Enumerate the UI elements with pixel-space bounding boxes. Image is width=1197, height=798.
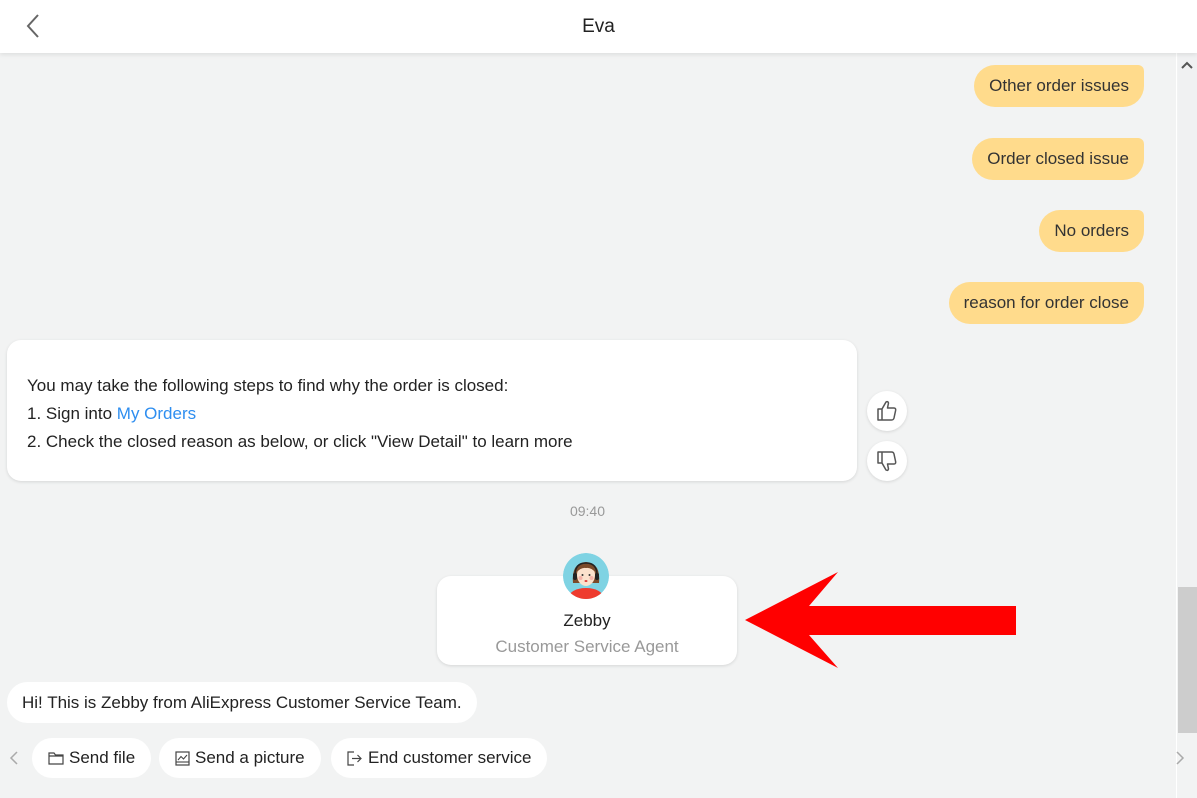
send-picture-button[interactable]: Send a picture bbox=[159, 738, 321, 778]
chevron-left-icon bbox=[9, 751, 18, 765]
toolbar-scroll-left[interactable] bbox=[8, 750, 20, 771]
user-message: No orders bbox=[1039, 210, 1144, 252]
chat-area: Other order issues Order closed issue No… bbox=[0, 53, 1175, 733]
agent-name: Zebby bbox=[563, 611, 611, 630]
thumbs-up-icon bbox=[877, 400, 897, 421]
send-file-label: Send file bbox=[69, 748, 136, 767]
message-timestamp: 09:40 bbox=[569, 503, 606, 519]
red-arrow-left-icon bbox=[745, 572, 1016, 668]
send-picture-label: Send a picture bbox=[195, 748, 305, 767]
chat-header: Eva bbox=[0, 0, 1197, 53]
scrollbar-thumb[interactable] bbox=[1178, 587, 1197, 733]
user-message: Other order issues bbox=[974, 65, 1144, 107]
folder-icon bbox=[48, 752, 64, 765]
bot-message-text: 1. Sign into bbox=[27, 404, 117, 423]
chat-scrollbar[interactable] bbox=[1176, 53, 1197, 798]
chevron-up-icon bbox=[1181, 61, 1193, 69]
scroll-up-button[interactable] bbox=[1180, 57, 1194, 75]
my-orders-link[interactable]: My Orders bbox=[117, 404, 196, 423]
agent-role: Customer Service Agent bbox=[495, 637, 679, 656]
like-button[interactable] bbox=[867, 391, 907, 431]
chevron-right-icon bbox=[1176, 751, 1185, 765]
agent-avatar bbox=[563, 553, 609, 599]
bot-message-line: You may take the following steps to find… bbox=[27, 376, 509, 395]
end-service-button[interactable]: End customer service bbox=[331, 738, 548, 778]
thumbs-down-icon bbox=[877, 451, 897, 472]
picture-icon bbox=[175, 750, 190, 766]
bot-message-line: 1. Sign into My Orders bbox=[27, 400, 837, 428]
annotation-arrow bbox=[743, 572, 1019, 673]
send-file-button[interactable]: Send file bbox=[32, 738, 152, 778]
agent-greeting-message: Hi! This is Zebby from AliExpress Custom… bbox=[7, 682, 477, 723]
chat-title: Eva bbox=[582, 16, 615, 37]
user-message: Order closed issue bbox=[972, 138, 1144, 180]
end-service-label: End customer service bbox=[368, 748, 532, 767]
dislike-button[interactable] bbox=[867, 441, 907, 481]
agent-avatar-icon bbox=[563, 553, 609, 599]
user-message: reason for order close bbox=[948, 282, 1144, 324]
exit-icon bbox=[347, 750, 362, 766]
bot-message-line: 2. Check the closed reason as below, or … bbox=[27, 432, 573, 451]
bot-message: You may take the following steps to find… bbox=[7, 340, 857, 481]
quick-action-toolbar: Send file Send a picture End customer se… bbox=[0, 738, 1185, 778]
toolbar-scroll-right[interactable] bbox=[1174, 750, 1186, 771]
